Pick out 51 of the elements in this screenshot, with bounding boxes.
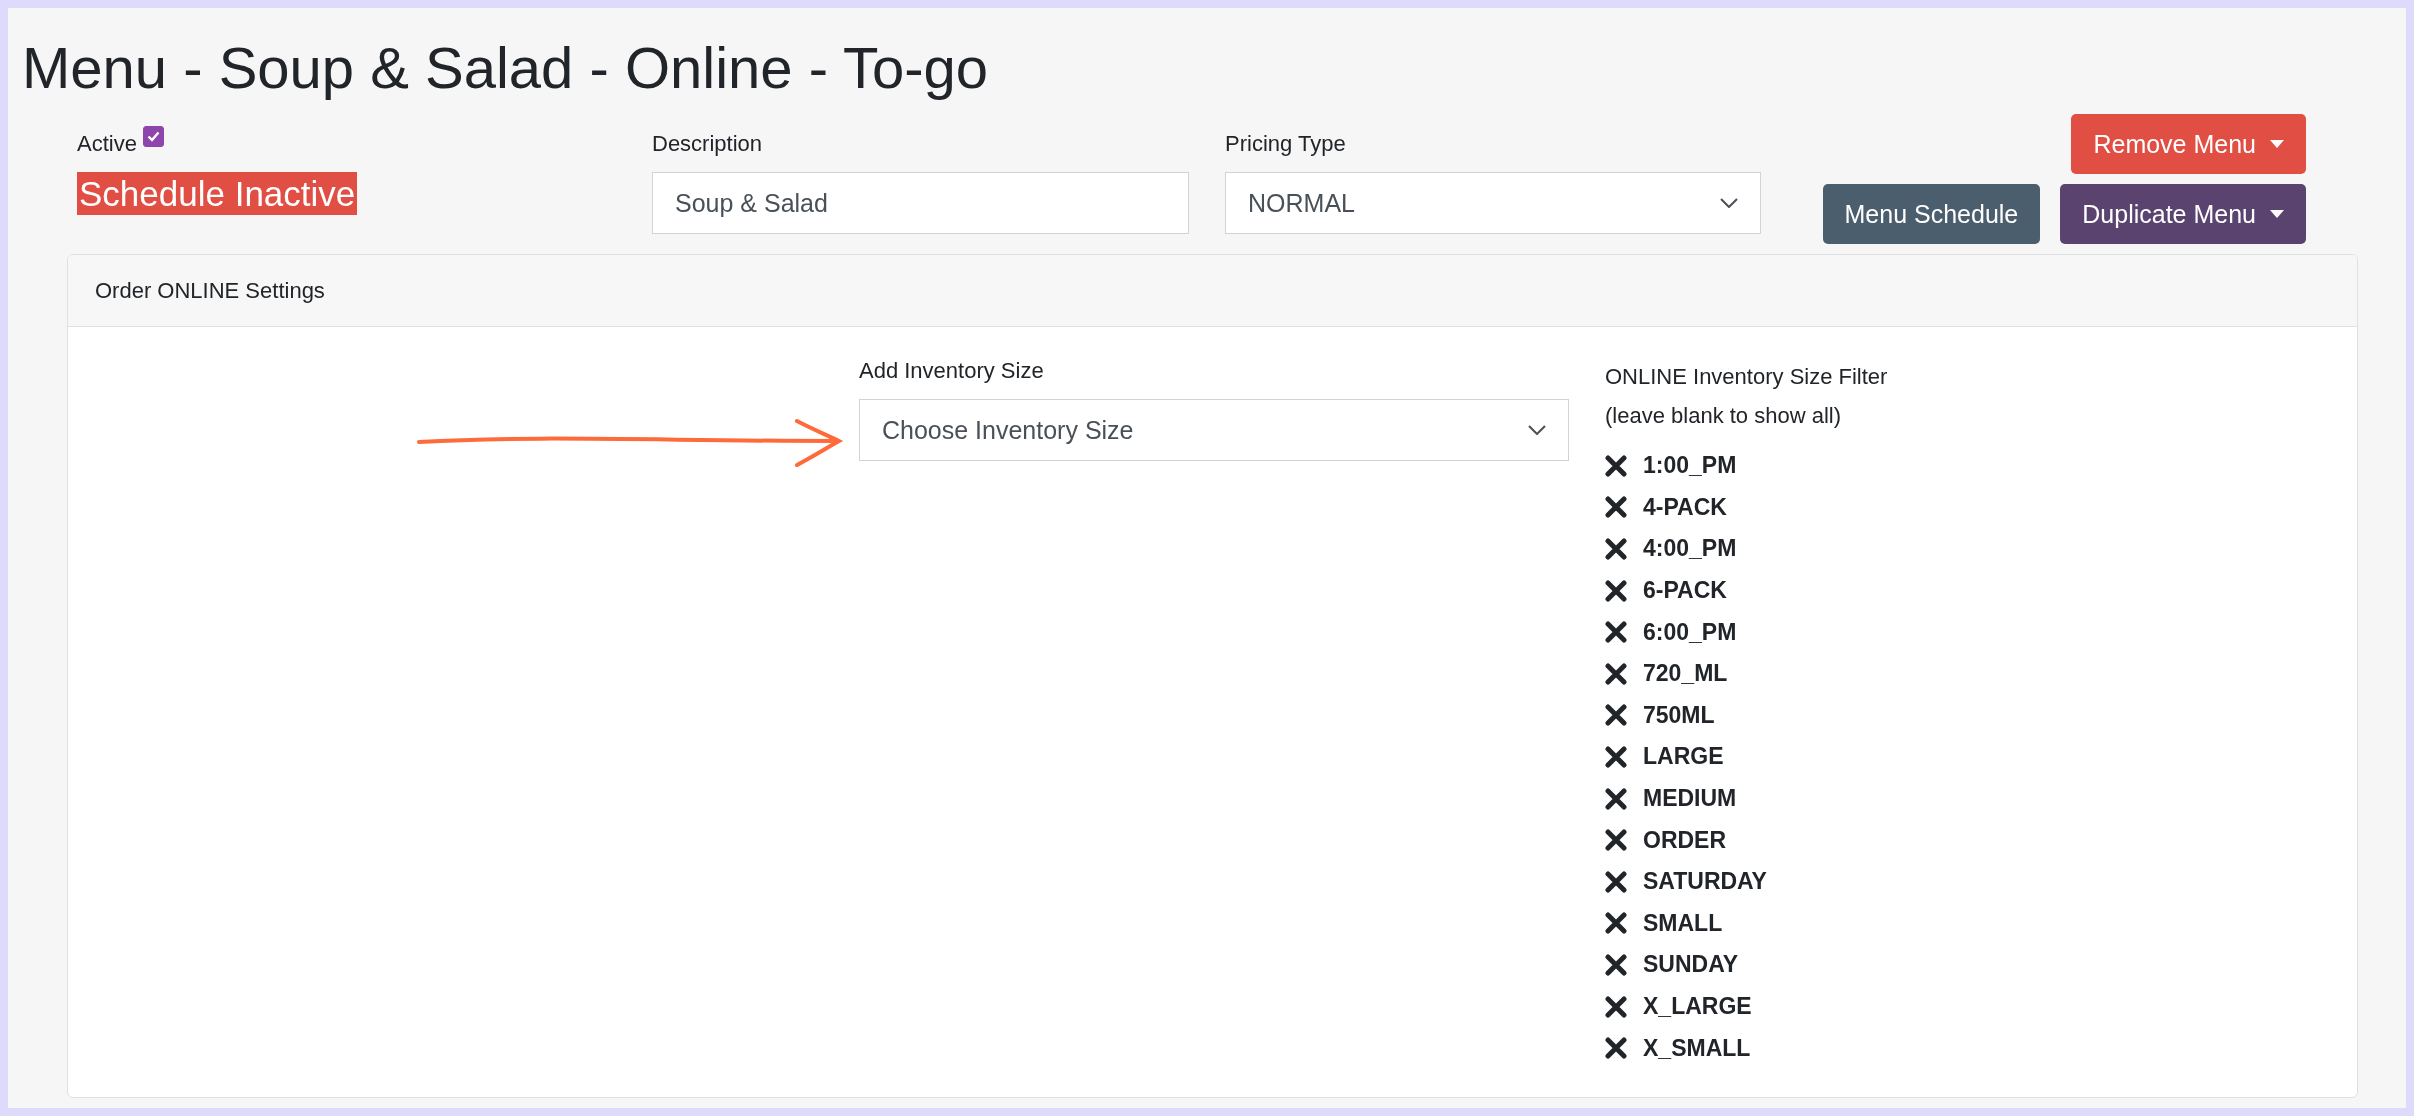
description-input[interactable]: Soup & Salad — [652, 172, 1189, 234]
size-filter-tag: LARGE — [1643, 743, 1724, 771]
active-label: Active — [77, 130, 164, 158]
size-filter-tag: X_LARGE — [1643, 993, 1752, 1020]
inventory-size-select[interactable]: Choose Inventory Size — [859, 399, 1569, 461]
filter-label: ONLINE Inventory Size Filter — [1605, 363, 1889, 391]
page-title: Menu - Soup & Salad - Online - To-go — [22, 34, 990, 102]
menu-action-button[interactable]: Duplicate Menu — [2060, 184, 2306, 244]
remove-x-icon[interactable] — [1605, 787, 1627, 810]
size-filter-tag: X_SMALL — [1643, 1034, 1751, 1062]
size-filter-tag: 1:00_PM — [1643, 452, 1737, 480]
pricing-type-select[interactable]: NORMAL — [1225, 172, 1761, 234]
size-filter-tag: MEDIUM — [1643, 785, 1737, 813]
description-label: Description — [652, 130, 763, 158]
remove-x-icon[interactable] — [1605, 454, 1627, 477]
size-filter-tag: 4-PACK — [1643, 493, 1727, 521]
remove-x-icon[interactable] — [1605, 829, 1627, 852]
size-filter-tag: SMALL — [1643, 909, 1723, 937]
caret-icon — [2270, 140, 2284, 148]
remove-x-icon[interactable] — [1605, 995, 1627, 1018]
remove-x-icon[interactable] — [1605, 1037, 1627, 1060]
remove-x-icon[interactable] — [1605, 662, 1627, 685]
chevron-down-icon — [1528, 425, 1546, 435]
remove-x-icon[interactable] — [1605, 496, 1627, 519]
menu-action-button[interactable]: Remove Menu — [2071, 114, 2306, 174]
size-filter-tag: 6:00_PM — [1643, 618, 1737, 646]
remove-x-icon[interactable] — [1605, 579, 1627, 602]
size-filter-tag: SUNDAY — [1643, 951, 1738, 979]
remove-x-icon[interactable] — [1605, 538, 1627, 560]
card-header-title: Order ONLINE Settings — [95, 277, 325, 304]
size-filter-tag: SATURDAY — [1643, 868, 1767, 896]
add-inventory-size-label: Add Inventory Size — [859, 357, 1044, 385]
caret-icon — [2270, 210, 2284, 218]
chevron-down-icon — [1720, 198, 1738, 208]
size-filter-tag: 4:00_PM — [1643, 535, 1737, 563]
remove-x-icon[interactable] — [1605, 912, 1627, 935]
check-icon — [146, 130, 160, 142]
size-filter-tag: ORDER — [1643, 826, 1727, 854]
filter-hint: (leave blank to show all) — [1605, 402, 1842, 430]
size-filter-tag: 720_ML — [1643, 660, 1728, 688]
remove-x-icon[interactable] — [1605, 745, 1627, 768]
pricing-type-label: Pricing Type — [1225, 130, 1346, 158]
active-checkbox[interactable] — [142, 125, 164, 147]
size-filter-tag: 6-PACK — [1643, 577, 1727, 605]
remove-x-icon[interactable] — [1605, 870, 1627, 893]
menu-action-button[interactable]: Menu Schedule — [1822, 184, 2041, 244]
schedule-status-badge: Schedule Inactive — [77, 172, 358, 215]
remove-x-icon[interactable] — [1605, 953, 1627, 976]
remove-x-icon[interactable] — [1605, 704, 1627, 727]
remove-x-icon[interactable] — [1605, 621, 1627, 644]
size-filter-tag: 750ML — [1643, 701, 1715, 729]
